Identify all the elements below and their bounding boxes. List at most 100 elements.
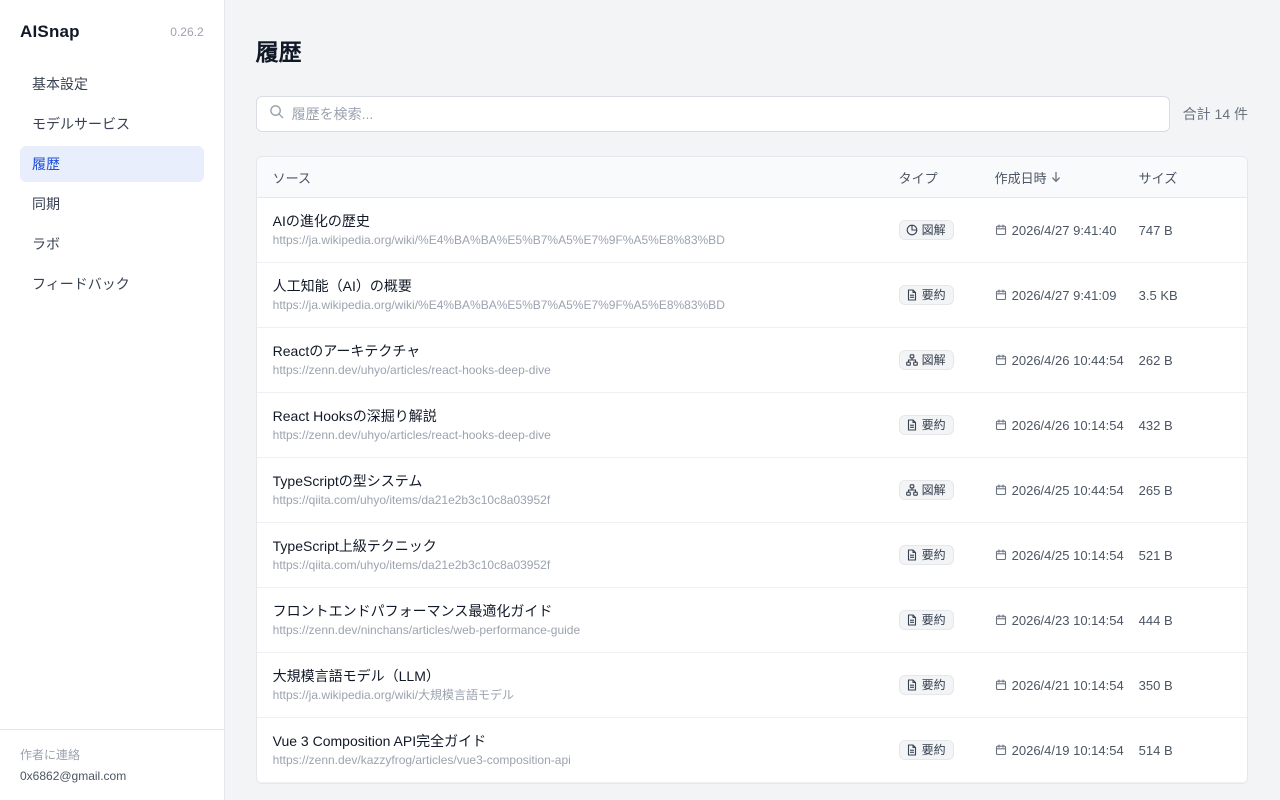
source-cell: AIの進化の歴史 https://ja.wikipedia.org/wiki/%… <box>257 212 899 248</box>
column-header-source: ソース <box>272 170 311 186</box>
document-icon <box>906 613 918 626</box>
row-url: https://zenn.dev/ninchans/articles/web-p… <box>272 623 581 637</box>
row-date: 2026/4/21 10:14:54 <box>1011 677 1124 693</box>
calendar-icon <box>995 679 1006 691</box>
source-cell: 人工知能（AI）の概要 https://ja.wikipedia.org/wik… <box>257 277 899 313</box>
source-cell: TypeScript上級テクニック https://qiita.com/uhyo… <box>257 537 899 573</box>
row-title: TypeScript上級テクニック <box>272 538 437 554</box>
calendar-icon <box>995 354 1006 366</box>
search-row: 合計 14 件 <box>255 96 1248 132</box>
sidebar-item-history[interactable]: 履歴 <box>20 146 204 182</box>
type-label: 要約 <box>921 678 946 692</box>
type-badge: 要約 <box>898 674 954 695</box>
row-size: 265 B <box>1138 482 1173 498</box>
row-url: https://ja.wikipedia.org/wiki/%E4%BA%BA%… <box>272 233 725 247</box>
type-label: 図解 <box>921 223 946 237</box>
calendar-icon <box>995 614 1006 626</box>
app-root: AISnap 0.26.2 基本設定 モデルサービス 履歴 同期 ラボ フィード… <box>0 0 1280 800</box>
page-title: 履歴 <box>255 39 302 65</box>
row-size: 432 B <box>1138 417 1173 433</box>
row-title: TypeScriptの型システム <box>272 473 423 489</box>
type-badge: 要約 <box>898 414 954 435</box>
source-cell: 大規模言語モデル（LLM） https://ja.wikipedia.org/w… <box>257 667 899 703</box>
sidebar-item-lab[interactable]: ラボ <box>20 226 204 262</box>
app-version: 0.26.2 <box>170 25 204 39</box>
row-size: 444 B <box>1138 612 1173 628</box>
main-content: 履歴 合計 14 件 ソース タイプ 作成日時 サイズ <box>225 0 1280 800</box>
sort-by-date[interactable]: 作成日時 <box>995 168 1061 187</box>
calendar-icon <box>995 224 1006 236</box>
table-row[interactable]: AIの進化の歴史 https://ja.wikipedia.org/wiki/%… <box>256 198 1247 263</box>
sidebar-item-basic-settings[interactable]: 基本設定 <box>20 66 204 102</box>
network-icon <box>905 483 918 496</box>
sidebar: AISnap 0.26.2 基本設定 モデルサービス 履歴 同期 ラボ フィード… <box>0 0 225 800</box>
row-size: 521 B <box>1138 547 1173 563</box>
type-badge: 要約 <box>898 544 954 565</box>
column-header-date[interactable]: 作成日時 <box>995 168 1139 187</box>
row-url: https://zenn.dev/kazzyfrog/articles/vue3… <box>272 753 571 767</box>
date-cell: 2026/4/25 10:14:54 <box>995 548 1139 563</box>
row-url: https://qiita.com/uhyo/items/da21e2b3c10… <box>272 558 551 572</box>
row-date: 2026/4/25 10:14:54 <box>1011 547 1124 563</box>
date-cell: 2026/4/23 10:14:54 <box>995 613 1139 628</box>
row-size: 350 B <box>1138 677 1173 693</box>
date-cell: 2026/4/27 9:41:09 <box>995 288 1139 303</box>
table-row[interactable]: TypeScript上級テクニック https://qiita.com/uhyo… <box>256 523 1247 588</box>
type-cell: 要約 <box>898 609 995 631</box>
date-cell: 2026/4/19 10:14:54 <box>995 743 1139 758</box>
search-box[interactable] <box>255 96 1170 132</box>
table-header: ソース タイプ 作成日時 サイズ <box>256 157 1247 198</box>
row-date: 2026/4/26 10:44:54 <box>1011 352 1124 368</box>
date-cell: 2026/4/26 10:14:54 <box>995 418 1139 433</box>
calendar-icon <box>995 289 1006 301</box>
table-row[interactable]: フロントエンドパフォーマンス最適化ガイド https://zenn.dev/ni… <box>256 588 1247 653</box>
document-icon <box>906 743 918 756</box>
column-header-size: サイズ <box>1138 170 1178 186</box>
table-body: AIの進化の歴史 https://ja.wikipedia.org/wiki/%… <box>256 198 1247 783</box>
table-row[interactable]: Vue 3 Composition API完全ガイド https://zenn.… <box>256 718 1247 783</box>
brand: AISnap 0.26.2 <box>0 0 224 42</box>
calendar-icon <box>995 484 1006 496</box>
table-row[interactable]: 大規模言語モデル（LLM） https://ja.wikipedia.org/w… <box>256 653 1247 718</box>
document-icon <box>906 288 918 301</box>
type-badge: 図解 <box>898 349 954 370</box>
network-icon <box>905 353 918 366</box>
contact-email[interactable]: 0x6862@gmail.com <box>20 769 204 783</box>
calendar-icon <box>995 549 1006 561</box>
table-row[interactable]: React Hooksの深掘り解説 https://zenn.dev/uhyo/… <box>256 393 1247 458</box>
row-title: フロントエンドパフォーマンス最適化ガイド <box>272 603 553 619</box>
table-row[interactable]: 人工知能（AI）の概要 https://ja.wikipedia.org/wik… <box>256 263 1247 328</box>
type-cell: 要約 <box>898 674 995 696</box>
type-cell: 図解 <box>898 219 995 241</box>
sidebar-item-feedback[interactable]: フィードバック <box>20 266 204 302</box>
calendar-icon <box>995 744 1006 756</box>
date-cell: 2026/4/21 10:14:54 <box>995 678 1139 693</box>
type-badge: 図解 <box>898 479 954 500</box>
source-cell: React Hooksの深掘り解説 https://zenn.dev/uhyo/… <box>257 407 899 443</box>
row-url: https://ja.wikipedia.org/wiki/大規模言語モデル <box>272 688 515 702</box>
source-cell: TypeScriptの型システム https://qiita.com/uhyo/… <box>257 472 899 508</box>
source-cell: フロントエンドパフォーマンス最適化ガイド https://zenn.dev/ni… <box>257 602 899 638</box>
type-badge: 要約 <box>898 284 954 305</box>
row-size: 3.5 KB <box>1138 287 1178 303</box>
contact-label: 作者に連絡 <box>20 748 81 762</box>
document-icon <box>906 678 918 691</box>
arrow-down-icon <box>1051 171 1060 183</box>
row-title: Vue 3 Composition API完全ガイド <box>272 733 487 749</box>
row-url: https://zenn.dev/uhyo/articles/react-hoo… <box>272 363 551 377</box>
sidebar-item-sync[interactable]: 同期 <box>20 186 204 222</box>
type-cell: 要約 <box>898 739 995 761</box>
type-cell: 要約 <box>898 284 995 306</box>
sidebar-item-model-service[interactable]: モデルサービス <box>20 106 204 142</box>
row-size: 262 B <box>1138 352 1173 368</box>
table-row[interactable]: TypeScriptの型システム https://qiita.com/uhyo/… <box>256 458 1247 523</box>
date-cell: 2026/4/25 10:44:54 <box>995 483 1139 498</box>
row-date: 2026/4/26 10:14:54 <box>1011 417 1124 433</box>
source-cell: Vue 3 Composition API完全ガイド https://zenn.… <box>257 732 899 768</box>
row-title: React Hooksの深掘り解説 <box>272 408 437 424</box>
date-cell: 2026/4/27 9:41:40 <box>995 223 1139 238</box>
row-title: 大規模言語モデル（LLM） <box>272 668 440 684</box>
search-input[interactable] <box>291 106 1152 122</box>
type-badge: 図解 <box>898 219 954 240</box>
table-row[interactable]: Reactのアーキテクチャ https://zenn.dev/uhyo/arti… <box>256 328 1247 393</box>
